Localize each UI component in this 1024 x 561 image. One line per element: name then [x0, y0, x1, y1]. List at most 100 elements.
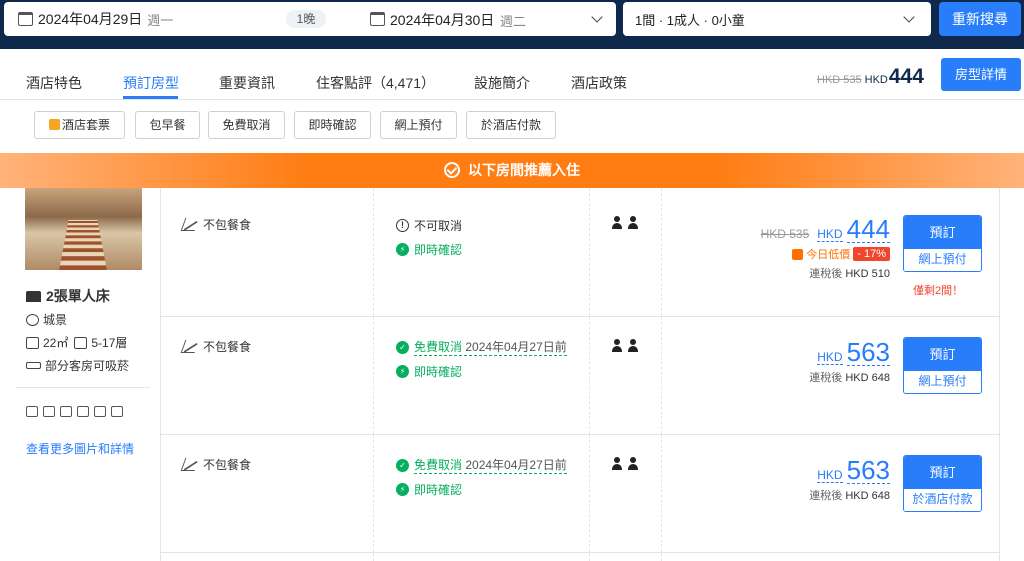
filter-label: 酒店套票	[61, 118, 110, 132]
guest-selector[interactable]: 1間 · 1成人 · 0小童	[623, 2, 931, 36]
meal-text: 不包餐食	[203, 458, 252, 472]
cancel-deadline: 2024年04月27日前	[465, 340, 567, 354]
recommend-text: 以下房間推薦入住	[468, 162, 580, 178]
tax-label: 連稅後	[809, 268, 843, 280]
price-value[interactable]: 563	[846, 339, 890, 366]
view-icon	[26, 313, 39, 326]
book-label[interactable]: 預訂	[904, 338, 981, 371]
meal-info: 不包餐食	[180, 456, 252, 473]
building-icon	[74, 336, 88, 349]
instant-confirm: 即時確認	[414, 482, 463, 497]
tax-price: HKD 510	[845, 268, 890, 280]
tab-important-info[interactable]: 重要資訊	[219, 73, 275, 93]
filter-pay-at-hotel[interactable]: 於酒店付款	[466, 111, 556, 139]
filter-prepay[interactable]: 網上預付	[380, 111, 457, 139]
tab-reviews[interactable]: 住客點評（4,471）	[316, 73, 435, 93]
active-tab-indicator	[123, 96, 178, 99]
guest-capacity	[612, 339, 638, 352]
nights-badge: 1晚	[286, 10, 326, 28]
lightning-icon: ⚡	[396, 364, 409, 378]
floor-text: 5-17層	[91, 336, 128, 350]
price-value[interactable]: 444	[846, 216, 890, 243]
cancel-text: 免費取消	[414, 340, 463, 354]
smoking-icon	[26, 362, 41, 369]
lightning-icon: ⚡	[396, 242, 409, 256]
lowest-label: 今日低價	[806, 249, 851, 261]
smoking-text: 部分客房可吸菸	[45, 359, 130, 373]
tab-policies[interactable]: 酒店政策	[571, 73, 627, 93]
room-card: 2張單人床 城景 22㎡ 5-17層 部分客房可吸菸 查看更多圖片和詳情	[0, 188, 160, 561]
book-label[interactable]: 預訂	[904, 216, 981, 249]
no-meal-icon	[180, 218, 200, 231]
guests-text[interactable]: 1間 · 1成人 · 0小童	[635, 10, 745, 29]
tag-icon	[792, 248, 804, 260]
cancel-policy[interactable]: 免費取消 2024年04月27日前	[414, 456, 567, 474]
book-button[interactable]: 預訂 網上預付	[903, 337, 982, 394]
meal-text: 不包餐食	[203, 218, 252, 232]
tab-book-rooms[interactable]: 預訂房型	[123, 73, 179, 93]
person-icon	[612, 457, 622, 470]
tab-facilities[interactable]: 設施簡介	[474, 73, 530, 93]
tv-icon	[26, 406, 38, 417]
guest-capacity	[612, 216, 638, 229]
price-block: HKD 535 HKD 444 今日低價 - 17% 連稅後 HKD 510	[761, 216, 890, 281]
price-block: HKD 563 連稅後 HKD 648	[809, 457, 890, 503]
checkout-date[interactable]: 2024年04月30日	[390, 10, 494, 30]
coupon-icon	[48, 119, 60, 130]
policy-info: ! 不可取消 ⚡ 即時確認	[396, 216, 462, 258]
tab-hotel-features[interactable]: 酒店特色	[26, 73, 82, 93]
checkout-weekday: 週二	[500, 14, 527, 29]
filter-free-cancel[interactable]: 免費取消	[208, 111, 285, 139]
filter-breakfast[interactable]: 包早餐	[135, 111, 200, 139]
research-button[interactable]: 重新搜尋	[939, 2, 1021, 36]
rate-row: 不包餐食 ! 不可取消 ⚡ 即時確認 HKD 535 HKD 444 今日低價 - …	[161, 188, 1000, 317]
filter-instant-confirm[interactable]: 即時確認	[294, 111, 371, 139]
meal-info: 不包餐食	[180, 216, 252, 233]
more-details-link[interactable]: 查看更多圖片和詳情	[26, 440, 134, 457]
checkin-date[interactable]: 2024年04月29日	[38, 9, 142, 29]
payment-type: 網上預付	[904, 371, 981, 393]
bed-info: 2張單人床	[26, 286, 110, 306]
area-icon	[26, 336, 39, 349]
tax-price: HKD 648	[845, 490, 890, 502]
currency: HKD	[817, 468, 843, 483]
book-button[interactable]: 預訂 網上預付	[903, 215, 982, 272]
section-tabs: 酒店特色 預訂房型 重要資訊 住客點評（4,471） 設施簡介 酒店政策 HKD…	[0, 59, 1024, 100]
currency: HKD	[817, 227, 843, 242]
rooms-left: 僅剩2間！	[913, 285, 964, 297]
lowest-price-tag: 今日低價	[792, 246, 850, 262]
tax-label: 連稅後	[809, 372, 843, 384]
no-meal-icon	[180, 458, 200, 471]
room-detail-button[interactable]: 房型詳情	[941, 58, 1021, 91]
price-value[interactable]: 563	[846, 457, 890, 484]
room-photo[interactable]	[25, 188, 142, 270]
bed-text: 2張單人床	[46, 288, 110, 304]
header-original-price: HKD 535	[817, 74, 862, 86]
smoking-info: 部分客房可吸菸	[26, 357, 129, 374]
chevron-down-icon[interactable]	[903, 11, 915, 23]
free-cancel-icon: ✓	[396, 458, 409, 472]
date-range-picker[interactable]: 2024年04月29日 週一 1晚 2024年04月30日 週二	[4, 2, 616, 36]
person-icon	[612, 216, 622, 229]
cancel-policy[interactable]: 不可取消	[414, 217, 462, 234]
person-icon	[628, 216, 638, 229]
policy-info: ✓ 免費取消 2024年04月27日前 ⚡ 即時確認	[396, 338, 567, 380]
policy-info: ✓ 免費取消 2024年04月27日前 ⚡ 即時確認	[396, 456, 567, 498]
kettle-icon	[43, 406, 55, 417]
cancel-policy[interactable]: 免費取消 2024年04月27日前	[414, 338, 567, 356]
guest-capacity	[612, 457, 638, 470]
header-price-value: 444	[888, 65, 924, 88]
book-label[interactable]: 預訂	[904, 456, 981, 489]
meal-info: 不包餐食	[180, 338, 251, 355]
calendar-icon	[370, 12, 385, 26]
amenity-icons	[26, 406, 123, 417]
divider	[16, 387, 150, 388]
header-price: HKD 535 HKD 444	[817, 65, 924, 89]
search-bar: 2024年04月29日 週一 1晚 2024年04月30日 週二 1間 · 1成…	[0, 0, 1024, 49]
person-icon	[612, 339, 622, 352]
discount-badge: - 17%	[853, 247, 890, 261]
book-button[interactable]: 預訂 於酒店付款	[903, 455, 982, 512]
rate-row: 不包餐食 ✓ 免費取消 2024年04月27日前 ⚡ 即時確認 HKD 563 連稅…	[161, 435, 1000, 553]
filter-package[interactable]: 酒店套票	[34, 111, 125, 139]
chevron-down-icon[interactable]	[591, 11, 603, 23]
